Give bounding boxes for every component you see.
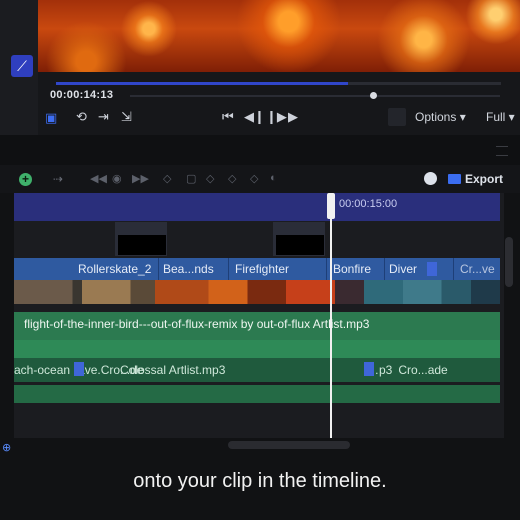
split-icon[interactable]: ◐ bbox=[270, 172, 277, 184]
resize-grip-icon[interactable] bbox=[496, 146, 508, 156]
keyframe-icon[interactable]: ◇ bbox=[250, 172, 258, 185]
ruler-timecode: 00:00:15:00 bbox=[339, 198, 398, 210]
video-filmstrip[interactable] bbox=[14, 280, 500, 304]
subtitle-caption: onto your clip in the timeline. bbox=[133, 470, 387, 492]
mask-icon[interactable]: ▢ bbox=[186, 172, 196, 185]
audio-clip-label: Colossal Artlist.mp3 bbox=[120, 363, 226, 377]
zoom-icon[interactable]: ⊕ bbox=[2, 441, 11, 454]
clip-divider bbox=[384, 258, 385, 280]
audio-clip-label: …p3 Cro...ade bbox=[367, 363, 448, 377]
play-icon[interactable]: ▶ bbox=[288, 109, 298, 125]
options-dropdown[interactable]: Options ▾ bbox=[415, 110, 466, 124]
skip-to-start-icon[interactable]: ⏮ bbox=[222, 109, 234, 125]
keyframe-icon[interactable]: ◇ bbox=[206, 172, 214, 185]
audio-clip-label-part: ach-ocean bbox=[14, 363, 71, 377]
audio-clip-label: flight-of-the-inner-bird---out-of-flux-r… bbox=[24, 317, 370, 331]
keyframe-icon[interactable]: ◇ bbox=[228, 172, 236, 185]
keyframe-icon[interactable]: ◇ bbox=[163, 172, 171, 185]
step-back-icon[interactable]: ◀❙ bbox=[244, 109, 265, 125]
timeline-playhead[interactable] bbox=[330, 193, 332, 438]
transition-icon[interactable] bbox=[364, 362, 374, 376]
step-forward-icon[interactable]: ❙▶ bbox=[266, 109, 287, 125]
insert-icon[interactable]: ⇲ bbox=[121, 109, 132, 125]
add-media-icon[interactable]: + bbox=[19, 173, 32, 186]
zoom-dropdown[interactable]: Full ▾ bbox=[486, 110, 515, 124]
timeline-toolbar bbox=[0, 165, 520, 193]
audio-volume-lane[interactable] bbox=[14, 340, 500, 358]
export-icon bbox=[448, 174, 461, 184]
viewer-timeline-bar[interactable] bbox=[130, 95, 500, 97]
audio-clip-label-part: Cro...ade bbox=[398, 363, 448, 377]
video-clip-label[interactable]: Bea...nds bbox=[163, 262, 214, 276]
vertical-scrollbar[interactable] bbox=[505, 237, 513, 287]
video-clip-label[interactable]: Diver bbox=[389, 262, 417, 276]
rewind-icon[interactable]: ◀◀ bbox=[90, 172, 107, 185]
video-clip-label[interactable]: Firefighter bbox=[235, 262, 289, 276]
viewer-playhead-handle[interactable] bbox=[370, 92, 377, 99]
fullscreen-button[interactable] bbox=[388, 108, 406, 126]
crop-icon[interactable]: ▣ bbox=[45, 110, 57, 126]
transform-tool-button[interactable]: ⟋ bbox=[11, 55, 33, 77]
title-clip-thumb bbox=[118, 235, 166, 255]
audio-waveform bbox=[14, 385, 500, 403]
export-frame-icon[interactable]: ⇥ bbox=[98, 109, 109, 125]
clip-divider bbox=[453, 258, 454, 280]
viewer-video-frame bbox=[38, 0, 520, 72]
transition-icon[interactable] bbox=[427, 262, 437, 276]
record-icon[interactable]: ◉ bbox=[112, 172, 122, 185]
video-clip-label[interactable]: Rollerskate_2 bbox=[78, 262, 151, 276]
export-label: Export bbox=[465, 172, 504, 186]
clip-divider bbox=[158, 258, 159, 280]
pane-divider[interactable] bbox=[0, 135, 520, 165]
viewer-scrub-fill bbox=[56, 82, 348, 85]
ripple-tool-icon[interactable]: ⇢ bbox=[53, 172, 63, 186]
video-clip-label[interactable]: Bonfire bbox=[333, 262, 371, 276]
export-button[interactable]: Export bbox=[448, 172, 503, 186]
loop-icon[interactable]: ⟲ bbox=[76, 109, 87, 125]
clip-divider bbox=[228, 258, 229, 280]
video-clip-label[interactable]: Cr...ve bbox=[460, 262, 495, 276]
speed-icon[interactable] bbox=[424, 172, 437, 185]
playhead-handle[interactable] bbox=[327, 193, 335, 219]
title-clip-thumb bbox=[276, 235, 324, 255]
clip-divider bbox=[326, 258, 327, 280]
transition-icon[interactable] bbox=[74, 362, 84, 376]
viewer-timecode: 00:00:14:13 bbox=[50, 89, 114, 101]
horizontal-scrollbar[interactable] bbox=[228, 441, 350, 449]
pen-icon: ⟋ bbox=[17, 57, 27, 74]
timeline-ruler[interactable] bbox=[14, 193, 500, 221]
forward-icon[interactable]: ▶▶ bbox=[132, 172, 149, 185]
